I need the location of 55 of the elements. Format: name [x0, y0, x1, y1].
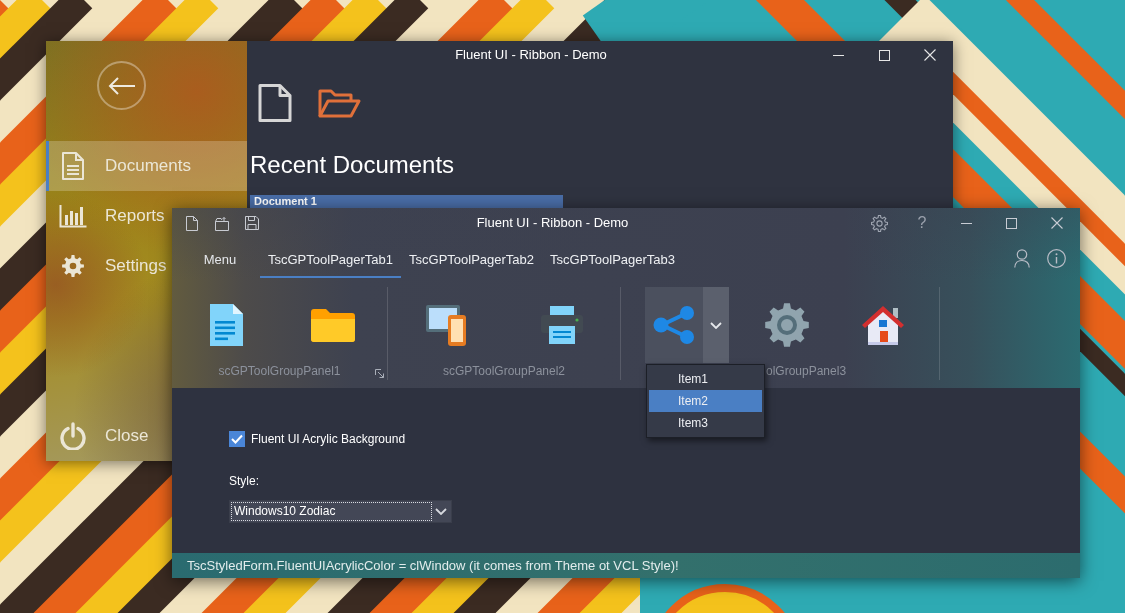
maximize-icon: [1006, 217, 1017, 229]
share-icon: [653, 306, 695, 344]
menu-item[interactable]: Item1: [649, 368, 762, 390]
document-icon: [61, 151, 85, 181]
checkbox-label: Fluent UI Acrylic Background: [251, 431, 406, 448]
save-icon: [245, 216, 259, 230]
chevron-down-icon: [710, 321, 722, 329]
maximize-icon: [878, 49, 890, 61]
bar-chart-icon: [59, 204, 87, 228]
group-label: olGroupPanel3: [766, 364, 847, 378]
checkmark-icon: [231, 434, 243, 444]
menu-button[interactable]: Menu: [180, 238, 260, 278]
tab[interactable]: TscGPToolPagerTab2: [401, 238, 543, 278]
document-list-item[interactable]: Document 1: [250, 195, 563, 208]
help-button[interactable]: ?: [900, 208, 944, 238]
dialog-launcher-icon: [375, 369, 384, 378]
dialog-launcher-button[interactable]: [375, 369, 384, 378]
info-icon: [1047, 248, 1066, 268]
chevron-down-icon: [435, 508, 447, 515]
close-icon: [924, 49, 936, 61]
group-label: scGPToolGroupPanel1: [218, 364, 341, 378]
house-icon: [862, 305, 904, 345]
tablet-phone-icon: [425, 304, 467, 346]
section-heading: Recent Documents: [250, 150, 456, 180]
checkbox[interactable]: [229, 431, 245, 447]
gear-icon: [62, 255, 84, 277]
close-icon: [1051, 217, 1063, 229]
folder-icon: [318, 87, 361, 119]
field-label: Style:: [229, 474, 259, 488]
tab[interactable]: TscGPToolPagerTab1: [260, 238, 401, 278]
file-icon: [186, 215, 198, 231]
minimize-icon: [832, 54, 844, 56]
document-icon: [208, 304, 243, 346]
arrow-left-icon: [107, 76, 136, 95]
open-folder-button[interactable]: [318, 87, 361, 119]
minimize-icon: [961, 222, 972, 224]
share-button[interactable]: [645, 287, 703, 363]
menu-item[interactable]: Item3: [649, 412, 762, 434]
folder-arrow-icon: [214, 215, 230, 231]
window-title: Fluent UI - Ribbon - Demo: [454, 46, 608, 65]
new-document-button[interactable]: [258, 84, 292, 122]
tab[interactable]: TscGPToolPagerTab3: [542, 238, 684, 278]
group-label: scGPToolGroupPanel2: [442, 364, 566, 378]
settings-icon: [870, 214, 888, 232]
folder-icon: [311, 308, 356, 342]
back-button[interactable]: [97, 61, 146, 110]
new-file-icon: [258, 84, 292, 122]
window-title: Fluent UI - Ribbon - Demo: [475, 214, 630, 233]
gear-icon: [765, 303, 809, 347]
style-combobox[interactable]: Windows10 Zodiac: [229, 500, 452, 523]
status-bar: TscStyledForm.FluentUIAcrylicColor = clWindow (it comes from Theme ot VCL Style)!: [172, 553, 1080, 578]
menu-item[interactable]: Item2: [649, 390, 762, 412]
power-icon: [60, 422, 86, 450]
printer-icon: [541, 306, 583, 344]
person-icon: [1013, 248, 1030, 268]
